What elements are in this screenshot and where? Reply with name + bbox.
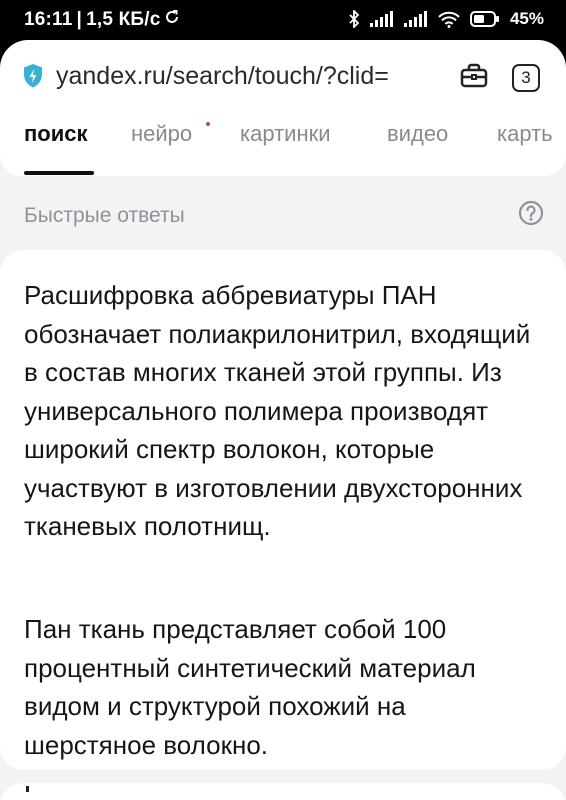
address-area: yandex.ru/search/touch/?clid= 3 xyxy=(0,40,566,116)
answer-paragraph-1: Расшифровка аббревиатуры ПАН обозначает … xyxy=(24,280,531,541)
network-speed: 1,5 КБ/с xyxy=(86,9,161,30)
battery-icon xyxy=(469,11,500,27)
status-left: 16:11 | 1,5 КБ/с xyxy=(24,9,180,31)
sync-icon xyxy=(164,9,180,31)
signal-icon-2 xyxy=(403,11,428,27)
url-text[interactable]: yandex.ru/search/touch/?clid= xyxy=(56,62,444,91)
quick-answers-title: Быстрые ответы xyxy=(24,204,185,227)
search-tabs: поиск нейро картинки видео карть xyxy=(0,116,566,176)
tab-search[interactable]: поиск xyxy=(24,121,88,147)
tab-neuro[interactable]: нейро xyxy=(131,121,192,147)
signal-icon xyxy=(369,11,394,27)
status-separator: | xyxy=(76,9,83,30)
tab-neuro-dot xyxy=(206,122,210,126)
tab-video[interactable]: видео xyxy=(387,121,448,147)
screen: 16:11 | 1,5 КБ/с 45% yandex.ru/search/to… xyxy=(0,0,566,800)
bluetooth-icon xyxy=(348,10,360,28)
battery-percent: 45% xyxy=(509,9,544,28)
shield-icon[interactable] xyxy=(22,63,44,94)
status-time: 16:11 xyxy=(24,9,73,30)
next-card-mark xyxy=(26,786,29,792)
active-tab-indicator xyxy=(24,171,94,175)
tab-maps[interactable]: карть xyxy=(497,121,553,147)
tabs-count-button[interactable]: 3 xyxy=(512,64,540,92)
address-bar[interactable]: yandex.ru/search/touch/?clid= 3 xyxy=(0,40,566,116)
status-right: 45% xyxy=(348,9,544,29)
wifi-icon xyxy=(438,11,460,28)
help-icon[interactable] xyxy=(518,200,544,231)
status-bar: 16:11 | 1,5 КБ/с 45% xyxy=(0,0,566,40)
tab-images[interactable]: картинки xyxy=(240,121,331,147)
answer-paragraph-2: Пан ткань представляет собой 100 процент… xyxy=(24,614,476,760)
briefcase-icon[interactable] xyxy=(460,63,488,94)
next-card xyxy=(0,783,566,800)
